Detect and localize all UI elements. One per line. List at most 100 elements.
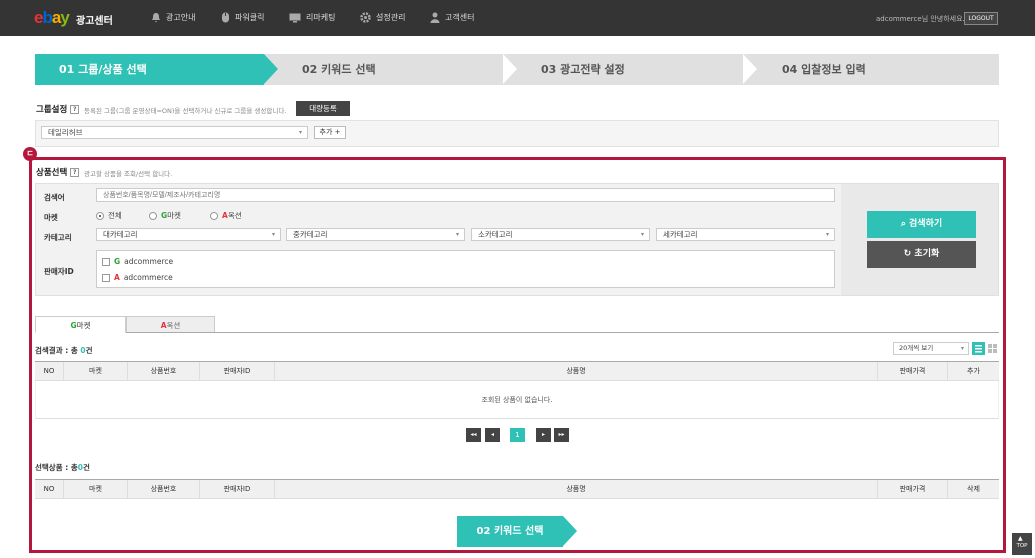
current-page[interactable]: 1 <box>510 428 525 442</box>
category-select-large[interactable]: 대카테고리 ▾ <box>96 228 281 241</box>
chevron-down-icon: ▾ <box>960 345 964 352</box>
checkbox-icon <box>102 273 110 282</box>
nav-item-guide[interactable]: 광고안내 <box>151 12 195 23</box>
select-value: 20개씩 보기 <box>899 344 934 352</box>
group-settings-title: 그룹설정? <box>36 103 80 115</box>
bell-icon <box>152 13 160 23</box>
empty-results-message: 조회된 상품이 없습니다. <box>35 381 999 419</box>
seller-list <box>96 250 835 288</box>
selected-count: 선택상품 : 총0건 <box>35 462 90 473</box>
market-radio-auction[interactable]: A옥션 <box>210 210 242 221</box>
product-title-text: 상품선택 <box>36 168 68 178</box>
col-market: 마켓 <box>64 480 128 499</box>
group-title-text: 그룹설정 <box>36 105 68 115</box>
auction-logo-letter: A <box>114 273 120 282</box>
person-icon <box>430 12 440 23</box>
col-product-name: 상품명 <box>275 480 878 499</box>
col-price: 판매가격 <box>878 480 948 499</box>
list-view-icon[interactable] <box>972 342 985 355</box>
seller-id: adcommerce <box>124 257 174 266</box>
annotation-badge: ㄷ <box>23 147 37 161</box>
tab-auction[interactable]: A옥션 <box>126 316 215 333</box>
radio-icon <box>210 211 218 220</box>
col-add: 추가 <box>967 367 980 375</box>
reset-button[interactable]: ↻ 초기화 <box>867 241 976 268</box>
col-no: NO <box>35 480 64 499</box>
search-input[interactable] <box>96 188 835 202</box>
radio-label: 마켓 <box>167 211 181 220</box>
step-separator <box>743 54 757 84</box>
results-suffix: 건 <box>85 346 93 355</box>
search-button-label: 검색하기 <box>909 219 943 229</box>
chevron-down-icon: ▾ <box>825 231 829 238</box>
gear-icon <box>360 12 371 23</box>
monitor-icon <box>289 13 301 22</box>
radio-icon <box>96 211 104 220</box>
add-group-button[interactable]: 추가 + <box>314 126 346 139</box>
seller-id: adcommerce <box>123 273 173 282</box>
market-label: 마켓 <box>44 213 58 222</box>
app-title: 광고센터 <box>76 16 113 27</box>
results-count: 검색결과 : 총 0건 <box>35 345 92 356</box>
ebay-logo[interactable]: ebay <box>34 8 70 27</box>
step-3: 03 광고전략 설정 <box>541 63 625 76</box>
nav-item-customer-center[interactable]: 고객센터 <box>430 12 474 23</box>
chevron-up-icon: ▲ <box>1018 535 1023 542</box>
help-icon[interactable]: ? <box>70 105 80 114</box>
nav-item-settings[interactable]: 설정관리 <box>360 12 405 23</box>
chevron-down-icon: ▾ <box>298 129 302 136</box>
logo-letter: y <box>60 8 70 27</box>
first-page-button[interactable]: ◂◂ <box>466 428 481 442</box>
refresh-icon: ↻ <box>903 249 915 259</box>
select-value: 대카테고리 <box>103 230 138 239</box>
help-icon[interactable]: ? <box>70 168 80 177</box>
col-seller-id: 판매자ID <box>200 480 275 499</box>
nav-label: 리마케팅 <box>306 13 336 22</box>
group-select[interactable]: 데일리허브 ▾ <box>41 126 308 139</box>
chevron-down-icon: ▾ <box>271 231 275 238</box>
select-value: 소카테고리 <box>478 230 513 239</box>
grid-view-icon[interactable] <box>986 342 999 355</box>
nav-label: 설정관리 <box>376 13 406 22</box>
page-size-select[interactable]: 20개씩 보기 ▾ <box>893 342 969 355</box>
select-value: 세카테고리 <box>663 230 698 239</box>
bulk-register-button[interactable]: 대량등록 <box>296 101 350 116</box>
select-value: 중카테고리 <box>293 230 328 239</box>
scroll-top-button[interactable]: ▲ TOP <box>1012 533 1032 555</box>
col-price: 판매가격 <box>878 362 948 381</box>
results-label: 검색결과 : 총 <box>35 346 81 355</box>
seller-checkbox-auction[interactable]: Aadcommerce <box>102 273 173 282</box>
category-select-small[interactable]: 소카테고리 ▾ <box>471 228 650 241</box>
nav-item-remarketing[interactable]: 리마케팅 <box>289 12 335 23</box>
selected-table-header: NO 마켓 상품번호 판매자ID 상품명 판매가격 삭제 <box>35 479 999 499</box>
seller-label: 판매자ID <box>44 267 74 276</box>
prev-page-button[interactable]: ◂ <box>485 428 500 442</box>
logout-button[interactable]: LOGOUT <box>964 12 998 25</box>
col-product-no: 상품번호 <box>128 362 200 381</box>
search-actions-panel <box>841 184 998 295</box>
search-button[interactable]: ⌕ 검색하기 <box>867 211 976 238</box>
step-progress: 01 그룹/상품 선택 02 키워드 선택 03 광고전략 설정 04 입찰정보… <box>35 54 999 85</box>
col-seller-id: 판매자ID <box>200 362 275 381</box>
category-select-detail[interactable]: 세카테고리 ▾ <box>656 228 835 241</box>
gmarket-logo-letter: G <box>114 257 121 266</box>
tab-gmarket[interactable]: G마켓 <box>35 316 126 333</box>
seller-checkbox-gmarket[interactable]: Gadcommerce <box>102 257 173 266</box>
logo-letter: b <box>42 8 52 27</box>
product-hint: 광고할 상품을 조회/선택 합니다. <box>84 170 173 178</box>
tab-divider <box>35 332 999 333</box>
group-hint: 등록된 그룹(그룹 운영상태=ON)을 선택하거나 신규로 그룹을 생성합니다. <box>84 107 287 115</box>
selected-suffix: 건 <box>82 463 90 472</box>
market-radio-gmarket[interactable]: G마켓 <box>149 210 181 221</box>
user-greeting: adcommerce님 안녕하세요. <box>876 15 965 23</box>
nav-item-powerclick[interactable]: 파워클릭 <box>221 12 264 23</box>
nav-label: 광고안내 <box>166 13 196 22</box>
next-step-button[interactable]: 02 키워드 선택 <box>457 516 577 547</box>
market-radio-all[interactable]: 전체 <box>96 210 122 221</box>
next-page-button[interactable]: ▸ <box>536 428 551 442</box>
top-label: TOP <box>1016 543 1028 549</box>
top-bar: ebay 광고센터 광고안내 파워클릭 리마케팅 설정관리 고객센터 adcom… <box>0 0 1035 36</box>
last-page-button[interactable]: ▸▸ <box>554 428 569 442</box>
step-separator <box>503 54 517 84</box>
category-select-medium[interactable]: 중카테고리 ▾ <box>286 228 465 241</box>
